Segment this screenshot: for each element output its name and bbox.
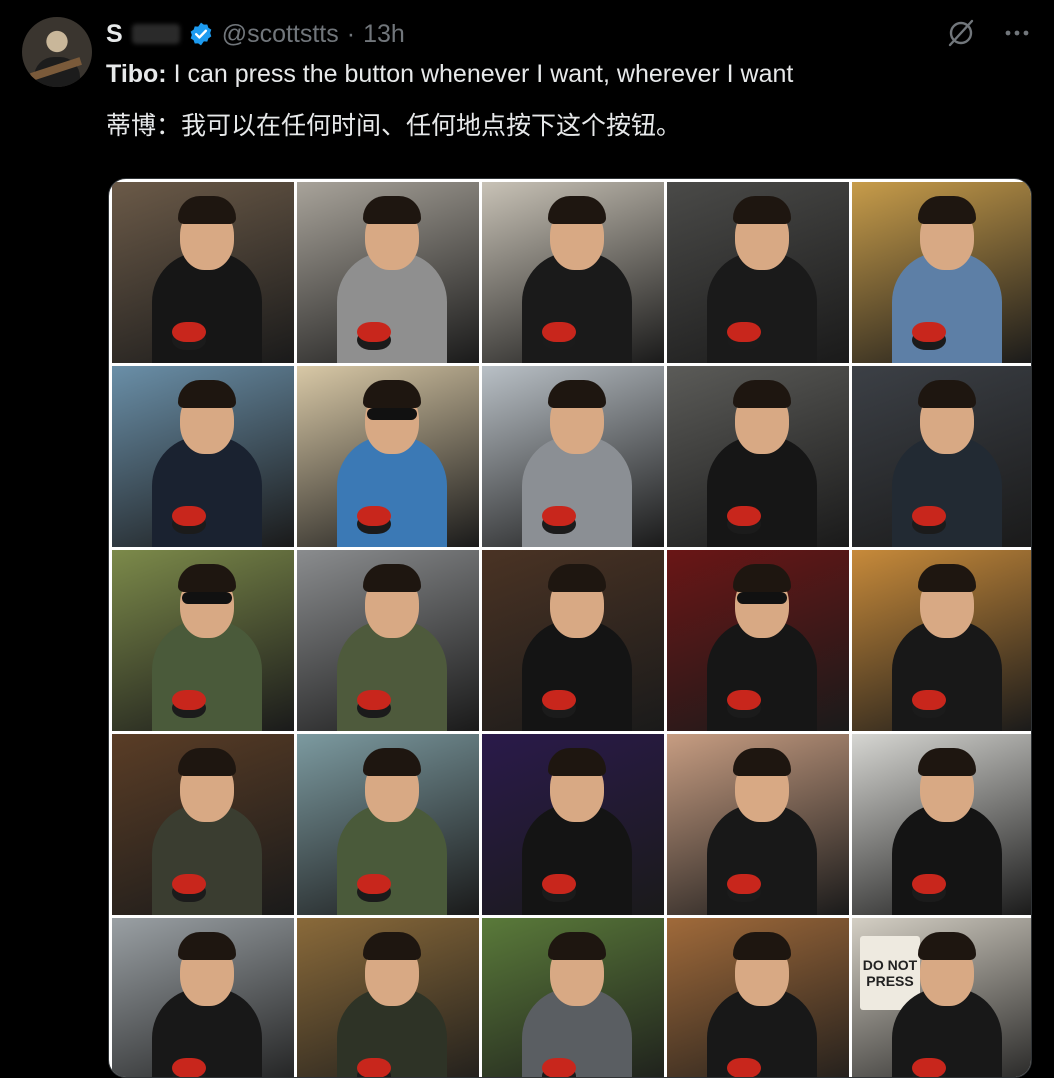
image-tile[interactable] xyxy=(482,182,664,363)
red-button xyxy=(172,506,206,526)
red-button xyxy=(912,322,946,342)
person-hair xyxy=(178,564,236,592)
red-button xyxy=(727,1058,761,1077)
person-hair xyxy=(178,748,236,776)
red-button xyxy=(912,506,946,526)
red-button xyxy=(357,322,391,342)
red-button xyxy=(542,506,576,526)
sunglasses xyxy=(367,408,417,420)
person-hair xyxy=(178,932,236,960)
image-tile[interactable] xyxy=(667,366,849,547)
image-tile[interactable] xyxy=(667,734,849,915)
handle[interactable]: @scottstts xyxy=(222,20,339,49)
person-hair xyxy=(548,564,606,592)
red-button xyxy=(912,1058,946,1077)
image-tile[interactable] xyxy=(482,918,664,1077)
image-tile[interactable] xyxy=(852,550,1031,731)
grok-icon[interactable] xyxy=(946,18,976,48)
red-button xyxy=(542,322,576,342)
red-button xyxy=(542,1058,576,1077)
person-hair xyxy=(548,748,606,776)
red-button xyxy=(357,506,391,526)
image-tile[interactable] xyxy=(482,550,664,731)
red-button xyxy=(727,690,761,710)
image-tile[interactable] xyxy=(852,734,1031,915)
red-button xyxy=(542,690,576,710)
red-button xyxy=(172,874,206,894)
more-icon[interactable] xyxy=(1002,18,1032,48)
sunglasses xyxy=(182,592,232,604)
image-tile[interactable] xyxy=(667,550,849,731)
image-tile[interactable]: DO NOT PRESS xyxy=(852,918,1031,1077)
person-hair xyxy=(733,932,791,960)
person-hair xyxy=(733,380,791,408)
image-tile[interactable] xyxy=(297,918,479,1077)
image-tile[interactable] xyxy=(667,182,849,363)
person-hair xyxy=(918,932,976,960)
red-button xyxy=(172,1058,206,1077)
red-button xyxy=(912,690,946,710)
separator: · xyxy=(346,19,356,48)
red-button xyxy=(357,690,391,710)
person-hair xyxy=(363,748,421,776)
image-tile[interactable] xyxy=(112,734,294,915)
person-hair xyxy=(918,748,976,776)
red-button xyxy=(172,690,206,710)
timestamp[interactable]: 13h xyxy=(363,20,405,49)
image-tile[interactable] xyxy=(112,550,294,731)
image-tile[interactable] xyxy=(112,366,294,547)
image-tile[interactable] xyxy=(852,366,1031,547)
person-hair xyxy=(363,932,421,960)
person-hair xyxy=(548,380,606,408)
person-hair xyxy=(918,380,976,408)
image-tile[interactable] xyxy=(852,182,1031,363)
red-button xyxy=(357,874,391,894)
person-hair xyxy=(918,196,976,224)
image-tile[interactable] xyxy=(297,550,479,731)
red-button xyxy=(727,506,761,526)
person-hair xyxy=(363,380,421,408)
person-hair xyxy=(733,748,791,776)
person-hair xyxy=(918,564,976,592)
red-button xyxy=(727,874,761,894)
person-hair xyxy=(363,564,421,592)
image-tile[interactable] xyxy=(667,918,849,1077)
red-button xyxy=(727,322,761,342)
red-button xyxy=(542,874,576,894)
person-hair xyxy=(548,932,606,960)
verified-badge-icon xyxy=(190,22,211,46)
image-tile[interactable] xyxy=(112,918,294,1077)
tweet-actions-top xyxy=(946,18,1032,48)
tweet-header: S @scottstts · 13h xyxy=(106,16,405,52)
tweet-text-chinese: 蒂博：我可以在任何时间、任何地点按下这个按钮。 xyxy=(106,111,682,140)
image-tile[interactable] xyxy=(297,366,479,547)
avatar[interactable] xyxy=(22,17,92,87)
person-hair xyxy=(733,564,791,592)
tweet-text-english: Tibo: I can press the button whenever I … xyxy=(106,58,793,90)
person-hair xyxy=(178,196,236,224)
display-name-redacted xyxy=(131,24,180,44)
person-hair xyxy=(548,196,606,224)
image-tile[interactable] xyxy=(482,366,664,547)
person-hair xyxy=(733,196,791,224)
tweet-text-english-body: I can press the button whenever I want, … xyxy=(166,60,794,88)
red-button xyxy=(357,1058,391,1077)
image-tile[interactable] xyxy=(297,734,479,915)
sunglasses xyxy=(737,592,787,604)
image-tile[interactable] xyxy=(482,734,664,915)
person-hair xyxy=(363,196,421,224)
speaker-name: Tibo: xyxy=(106,60,167,88)
person-hair xyxy=(178,380,236,408)
red-button xyxy=(912,874,946,894)
image-tile[interactable] xyxy=(297,182,479,363)
display-name[interactable]: S xyxy=(106,20,124,49)
image-tile[interactable] xyxy=(112,182,294,363)
red-button xyxy=(172,322,206,342)
image-grid[interactable]: DO NOT PRESS xyxy=(108,178,1032,1078)
